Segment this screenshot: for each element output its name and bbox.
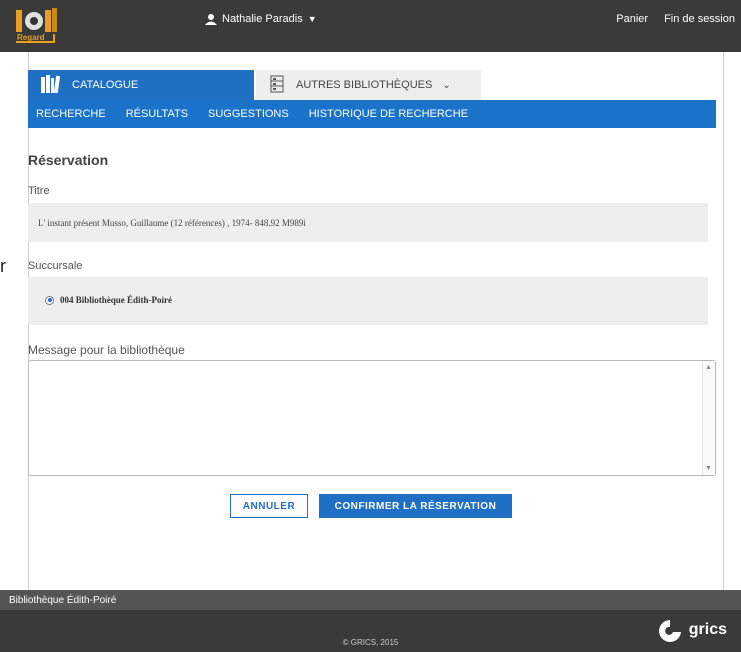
- footer-bottom: © GRICS, 2015 grics: [0, 610, 741, 652]
- copyright: © GRICS, 2015: [342, 638, 399, 647]
- regard-logo[interactable]: Regard: [14, 8, 60, 46]
- logo-text: Regard: [17, 33, 45, 42]
- radio-selected-icon[interactable]: [45, 295, 54, 305]
- subnav-resultats[interactable]: RÉSULTATS: [126, 108, 188, 120]
- user-name: Nathalie Paradis: [222, 13, 303, 25]
- footer-library: Bibliothèque Édith-Poiré: [0, 590, 741, 610]
- confirm-reservation-button[interactable]: CONFIRMER LA RÉSERVATION: [319, 494, 512, 518]
- subnav-suggestions[interactable]: SUGGESTIONS: [208, 108, 289, 120]
- textarea-scrollbar[interactable]: ▲ ▼: [702, 361, 715, 475]
- tab-catalogue[interactable]: CATALOGUE: [28, 70, 254, 100]
- grics-logo[interactable]: grics: [657, 618, 727, 642]
- subnav-historique[interactable]: HISTORIQUE DE RECHERCHE: [309, 108, 468, 120]
- titre-label: Titre: [28, 185, 50, 197]
- chevron-down-icon: ⌄: [442, 79, 451, 91]
- succursale-option[interactable]: 004 Bibliothèque Édith-Poiré: [28, 277, 708, 323]
- sub-navigation: RECHERCHE RÉSULTATS SUGGESTIONS HISTORIQ…: [28, 100, 716, 128]
- grics-brand: grics: [688, 621, 727, 638]
- cancel-button[interactable]: ANNULER: [230, 494, 308, 518]
- message-label: Message pour la bibliothèque: [28, 343, 185, 357]
- caret-down-icon: ▼: [307, 14, 317, 24]
- top-bar: Regard Nathalie Paradis ▼ Panier Fin de …: [0, 0, 741, 52]
- grics-logo-icon: [658, 620, 681, 642]
- user-icon: [205, 13, 217, 25]
- side-fragment: r: [0, 256, 6, 276]
- tab-catalogue-label: CATALOGUE: [72, 79, 139, 91]
- page-title: Réservation: [28, 152, 109, 168]
- succursale-label: Succursale: [28, 260, 83, 272]
- titre-value: L' instant présent Musso, Guillaume (12 …: [38, 218, 306, 228]
- footer-library-name: Bibliothèque Édith-Poiré: [9, 594, 117, 606]
- books-icon: [40, 74, 61, 96]
- cart-link[interactable]: Panier: [616, 13, 648, 25]
- succursale-panel: 004 Bibliothèque Édith-Poiré: [28, 277, 708, 325]
- scroll-up-icon[interactable]: ▲: [705, 364, 712, 371]
- titre-panel: L' instant présent Musso, Guillaume (12 …: [28, 203, 708, 242]
- message-textarea[interactable]: ▲ ▼: [28, 360, 716, 476]
- logout-link[interactable]: Fin de session: [664, 13, 735, 25]
- top-links: Panier Fin de session: [616, 13, 735, 25]
- user-menu[interactable]: Nathalie Paradis ▼: [205, 13, 317, 25]
- succursale-option-label: 004 Bibliothèque Édith-Poiré: [60, 295, 173, 305]
- cabinet-icon: [270, 75, 284, 96]
- subnav-recherche[interactable]: RECHERCHE: [36, 108, 106, 120]
- tab-autres-label: AUTRES BIBLIOTHÈQUES: [296, 79, 433, 91]
- tab-autres-bibliotheques[interactable]: AUTRES BIBLIOTHÈQUES ⌄: [256, 70, 481, 100]
- scroll-down-icon[interactable]: ▼: [705, 465, 712, 472]
